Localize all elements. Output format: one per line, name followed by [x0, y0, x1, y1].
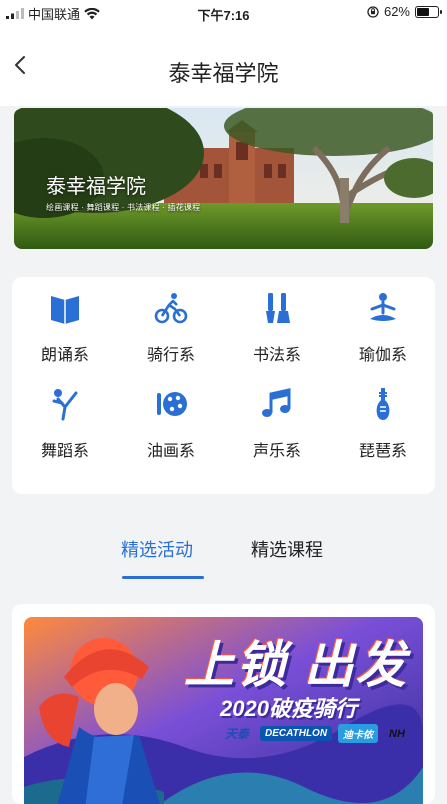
- category-pipa[interactable]: 琵琶系: [330, 377, 436, 460]
- sponsor-logo: DECATHLON: [260, 726, 333, 741]
- banner-title: 泰幸福学院: [46, 176, 146, 198]
- palette-icon: [157, 392, 187, 416]
- battery-icon: [415, 5, 442, 18]
- active-tab-indicator: [122, 576, 204, 579]
- tab-featured-activities[interactable]: 精选活动: [121, 536, 193, 562]
- sponsor-logo: 天泰: [225, 727, 250, 741]
- category-label: 舞蹈系: [40, 443, 89, 460]
- category-vocal[interactable]: 声乐系: [224, 377, 330, 460]
- poster-headline: 上锁 出发: [184, 637, 408, 693]
- category-label: 琵琶系: [358, 443, 407, 460]
- banner-subtitle: 绘画课程 · 舞蹈课程 · 书法课程 · 插花课程: [46, 203, 201, 212]
- category-yoga[interactable]: 瑜伽系: [330, 281, 436, 364]
- category-dance[interactable]: 舞蹈系: [12, 377, 118, 460]
- sponsor-logo: NH: [389, 727, 405, 740]
- category-calligraphy[interactable]: 书法系: [224, 281, 330, 364]
- orientation-lock-icon: [367, 5, 379, 18]
- status-right: 62%: [367, 4, 442, 19]
- music-note-icon: [262, 388, 291, 417]
- sponsor-logos: 天泰 DECATHLON 迪卡侬 NH: [220, 723, 410, 744]
- category-cycling[interactable]: 骑行系: [118, 281, 224, 364]
- activity-card: 上锁 出发 2020破疫骑行 天泰 DECATHLON 迪卡侬 NH: [12, 604, 435, 804]
- category-label: 书法系: [252, 347, 301, 364]
- category-grid: 朗诵系 骑行系 书法系 瑜伽系 舞蹈系 油画系 声乐系 琵琶系: [12, 277, 435, 494]
- yoga-icon: [370, 293, 396, 321]
- sponsor-logo: 迪卡侬: [338, 724, 379, 743]
- brush-icon: [266, 293, 290, 323]
- category-label: 朗诵系: [40, 347, 89, 364]
- content-tabs: 精选活动 精选课程: [0, 520, 447, 590]
- category-label: 油画系: [146, 443, 195, 460]
- page-title: 泰幸福学院: [168, 61, 279, 86]
- activity-poster[interactable]: 上锁 出发 2020破疫骑行 天泰 DECATHLON 迪卡侬 NH: [24, 617, 423, 804]
- category-label: 瑜伽系: [358, 347, 407, 364]
- battery-percent: 62%: [383, 4, 410, 19]
- category-recitation[interactable]: 朗诵系: [12, 281, 118, 364]
- nav-bar: 泰幸福学院: [0, 26, 447, 106]
- tab-featured-courses[interactable]: 精选课程: [251, 536, 323, 562]
- book-icon: [51, 296, 79, 324]
- battery-level: [417, 7, 430, 16]
- cycling-icon: [154, 293, 188, 324]
- category-label: 骑行系: [146, 347, 195, 364]
- pipa-icon: [376, 388, 390, 420]
- category-oil-painting[interactable]: 油画系: [118, 377, 224, 460]
- status-bar: 中国联通 下午7:16 62%: [0, 0, 447, 26]
- dance-icon: [52, 389, 78, 421]
- poster-subheadline: 2020破疫骑行: [220, 696, 357, 721]
- hero-banner[interactable]: 泰幸福学院 绘画课程 · 舞蹈课程 · 书法课程 · 插花课程: [14, 108, 433, 249]
- category-label: 声乐系: [252, 443, 301, 460]
